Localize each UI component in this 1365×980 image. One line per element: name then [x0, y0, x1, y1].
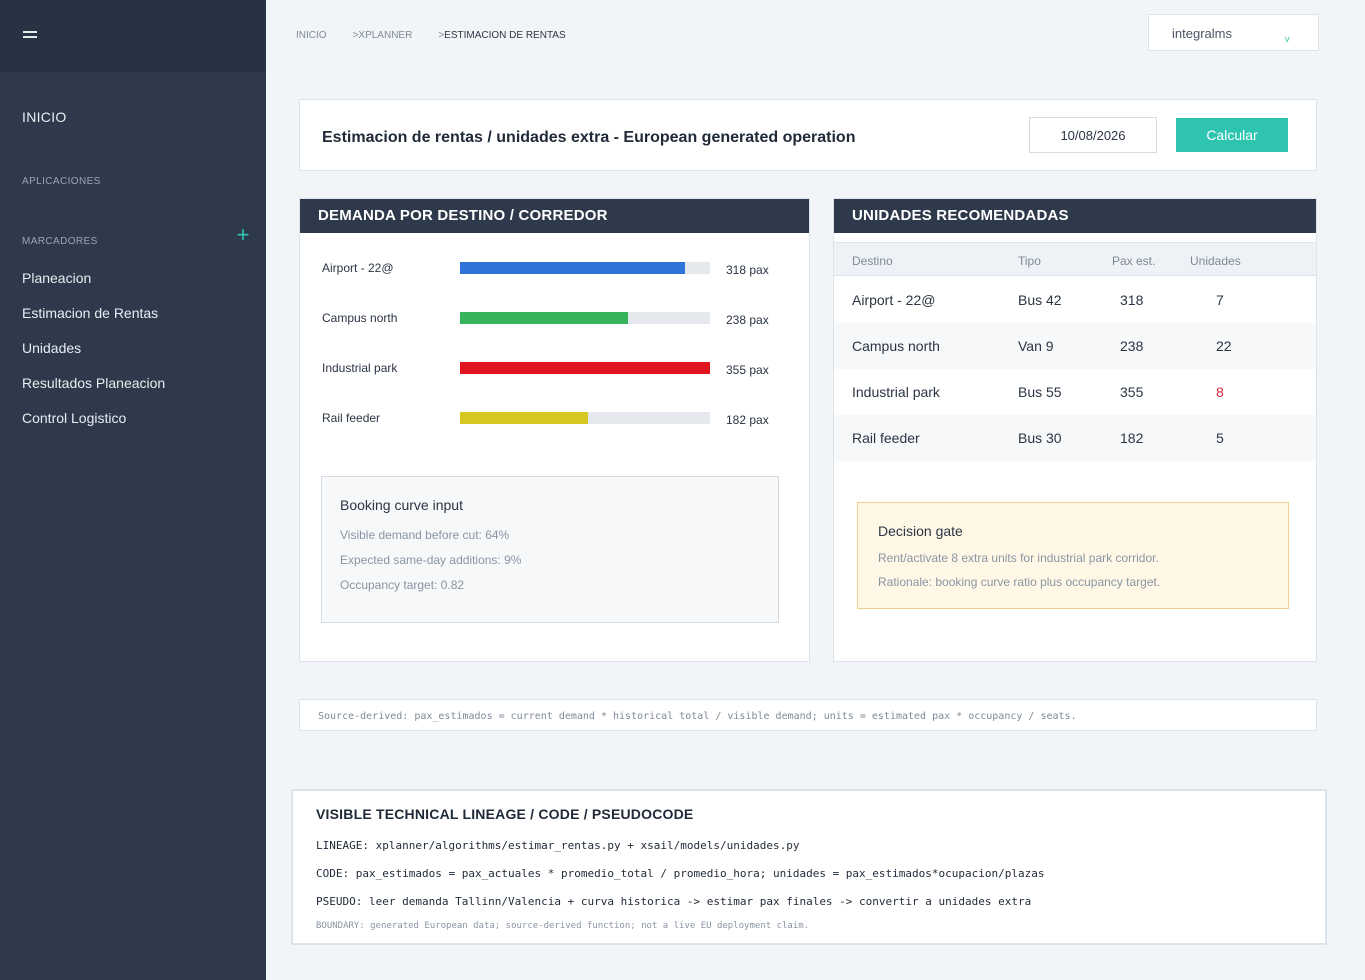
- demand-bar-value: 318 pax: [726, 263, 769, 277]
- plus-icon[interactable]: +: [234, 224, 252, 246]
- demand-panel: DEMANDA POR DESTINO / CORREDOR Airport -…: [299, 198, 810, 662]
- sidebar: INICIO APLICACIONES MARCADORES + Planeac…: [0, 0, 266, 980]
- decision-gate-box: Decision gate Rent/activate 8 extra unit…: [857, 502, 1289, 609]
- sidebar-header: [0, 0, 266, 72]
- demand-bar-fill: [460, 362, 710, 374]
- demand-bar-fill: [460, 412, 588, 424]
- demand-bar-row: Airport - 22@ 318 pax: [322, 259, 792, 279]
- decision-gate-line: Rationale: booking curve ratio plus occu…: [878, 575, 1161, 589]
- page-title: Estimacion de rentas / unidades extra - …: [322, 129, 856, 146]
- booking-curve-title: Booking curve input: [340, 497, 463, 513]
- cell-destino: Campus north: [852, 338, 940, 354]
- demand-bar-row: Campus north 238 pax: [322, 309, 792, 329]
- lineage-line: LINEAGE: xplanner/algorithms/estimar_ren…: [316, 839, 800, 852]
- cell-tipo: Bus 30: [1018, 430, 1062, 446]
- demand-bar-track: [460, 312, 710, 324]
- pseudocode-line: PSEUDO: leer demanda Tallinn/Valencia + …: [316, 895, 1032, 908]
- demand-bar-track: [460, 362, 710, 374]
- demand-bar-label: Industrial park: [322, 361, 398, 375]
- demand-bar-track: [460, 412, 710, 424]
- demand-bar-value: 182 pax: [726, 413, 769, 427]
- chevron-down-icon: v: [1285, 34, 1290, 44]
- units-panel-title: UNIDADES RECOMENDADAS: [834, 199, 1316, 233]
- cell-pax: 318: [1120, 292, 1144, 308]
- breadcrumb-inicio[interactable]: INICIO: [296, 30, 327, 41]
- code-line: CODE: pax_estimados = pax_actuales * pro…: [316, 867, 1045, 880]
- booking-curve-line: Occupancy target: 0.82: [340, 578, 465, 592]
- sidebar-item-unidades[interactable]: Unidades: [22, 338, 165, 373]
- sidebar-bookmarks: Planeacion Estimacion de Rentas Unidades…: [22, 268, 165, 443]
- formula-bar: Source-derived: pax_estimados = current …: [299, 699, 1317, 731]
- demand-bar-label: Campus north: [322, 311, 398, 325]
- boundary-note: BOUNDARY: generated European data; sourc…: [316, 921, 810, 931]
- user-dropdown[interactable]: integralms v: [1148, 14, 1319, 51]
- table-row[interactable]: Campus north Van 9 238 22: [834, 323, 1316, 369]
- cell-unidades: 7: [1216, 292, 1224, 308]
- lineage-title: VISIBLE TECHNICAL LINEAGE / CODE / PSEUD…: [316, 806, 694, 822]
- units-panel: UNIDADES RECOMENDADAS Destino Tipo Pax e…: [833, 198, 1317, 662]
- cell-unidades: 22: [1216, 338, 1232, 354]
- breadcrumb-current: ESTIMACION DE RENTAS: [444, 30, 566, 41]
- formula-text: Source-derived: pax_estimados = current …: [318, 711, 1077, 722]
- sidebar-item-estimacion-de-rentas[interactable]: Estimacion de Rentas: [22, 303, 165, 338]
- booking-curve-line: Expected same-day additions: 9%: [340, 553, 522, 567]
- column-header-destino[interactable]: Destino: [852, 254, 893, 268]
- demand-bar-track: [460, 262, 710, 274]
- sidebar-section-marcadores: MARCADORES: [22, 236, 98, 247]
- cell-unidades: 8: [1216, 384, 1224, 400]
- cell-unidades: 5: [1216, 430, 1224, 446]
- date-input[interactable]: [1029, 117, 1157, 153]
- demand-bar-label: Rail feeder: [322, 411, 381, 425]
- table-row[interactable]: Industrial park Bus 55 355 8: [834, 369, 1316, 415]
- column-header-tipo[interactable]: Tipo: [1018, 254, 1041, 268]
- user-name: integralms: [1172, 26, 1232, 41]
- sidebar-item-planeacion[interactable]: Planeacion: [22, 268, 165, 303]
- lineage-panel: VISIBLE TECHNICAL LINEAGE / CODE / PSEUD…: [291, 789, 1327, 945]
- sidebar-section-aplicaciones: APLICACIONES: [22, 176, 101, 187]
- demand-bar-fill: [460, 262, 685, 274]
- table-row[interactable]: Rail feeder Bus 30 182 5: [834, 415, 1316, 461]
- cell-destino: Rail feeder: [852, 430, 920, 446]
- demand-bar-row: Rail feeder 182 pax: [322, 409, 792, 429]
- cell-tipo: Bus 42: [1018, 292, 1062, 308]
- page-header-card: Estimacion de rentas / unidades extra - …: [299, 99, 1317, 171]
- hamburger-menu-icon[interactable]: [23, 31, 37, 41]
- booking-curve-box: Booking curve input Visible demand befor…: [321, 476, 779, 623]
- table-header: Destino Tipo Pax est. Unidades: [834, 242, 1316, 276]
- demand-bar-row: Industrial park 355 pax: [322, 359, 792, 379]
- breadcrumb-xplanner[interactable]: XPLANNER: [358, 30, 412, 41]
- breadcrumb: INICIO > XPLANNER > ESTIMACION DE RENTAS: [296, 30, 566, 41]
- demand-bar-label: Airport - 22@: [322, 261, 394, 275]
- sidebar-item-inicio[interactable]: INICIO: [22, 109, 67, 125]
- decision-gate-line: Rent/activate 8 extra units for industri…: [878, 551, 1159, 565]
- demand-bar-value: 355 pax: [726, 363, 769, 377]
- sidebar-item-control-logistico[interactable]: Control Logistico: [22, 408, 165, 443]
- cell-pax: 355: [1120, 384, 1144, 400]
- demand-panel-title: DEMANDA POR DESTINO / CORREDOR: [300, 199, 809, 233]
- demand-bar-fill: [460, 312, 628, 324]
- decision-gate-title: Decision gate: [878, 523, 963, 539]
- calcular-button[interactable]: Calcular: [1176, 118, 1288, 152]
- column-header-unidades[interactable]: Unidades: [1190, 254, 1241, 268]
- cell-destino: Industrial park: [852, 384, 940, 400]
- sidebar-item-resultados-planeacion[interactable]: Resultados Planeacion: [22, 373, 165, 408]
- demand-bar-value: 238 pax: [726, 313, 769, 327]
- cell-tipo: Van 9: [1018, 338, 1054, 354]
- cell-pax: 238: [1120, 338, 1144, 354]
- table-row[interactable]: Airport - 22@ Bus 42 318 7: [834, 277, 1316, 323]
- column-header-pax[interactable]: Pax est.: [1112, 254, 1155, 268]
- cell-tipo: Bus 55: [1018, 384, 1062, 400]
- booking-curve-line: Visible demand before cut: 64%: [340, 528, 510, 542]
- cell-destino: Airport - 22@: [852, 292, 936, 308]
- cell-pax: 182: [1120, 430, 1144, 446]
